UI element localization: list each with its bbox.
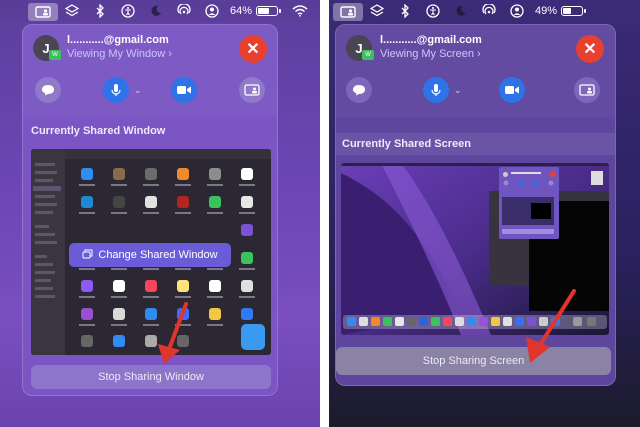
chevron-down-icon[interactable]: ⌄ [454,85,462,96]
chevron-down-icon[interactable]: ⌄ [134,85,142,96]
microphone-icon[interactable] [423,77,449,103]
battery-percent[interactable]: 49% [535,5,557,17]
popover-header: J W l...........@gmail.com Viewing My Sc… [336,25,615,117]
share-screen-icon[interactable] [574,77,600,103]
layers-icon[interactable] [58,0,86,22]
moon-icon[interactable] [142,0,170,22]
change-shared-window-label: Change Shared Window [98,249,218,261]
avatar-badge: W [49,50,61,60]
menu-bar: 64% [0,0,320,22]
battery-icon[interactable] [256,6,282,16]
bluetooth-icon[interactable] [86,0,114,22]
accessibility-icon[interactable] [114,0,142,22]
video-icon[interactable] [171,77,197,103]
accessibility-icon[interactable] [419,0,447,22]
section-title: Currently Shared Window [31,125,166,137]
stop-sharing-screen-label: Stop Sharing Screen [422,355,525,367]
layers-icon[interactable] [363,0,391,22]
viewing-link[interactable]: Viewing My Screen › [380,48,481,60]
close-icon[interactable]: ✕ [239,35,267,63]
microphone-icon[interactable] [103,77,129,103]
share-screen-icon[interactable] [239,77,265,103]
moon-icon[interactable] [447,0,475,22]
account-email: l...........@gmail.com [67,34,169,46]
close-icon[interactable]: ✕ [576,35,604,63]
screen-share-icon[interactable] [333,3,363,21]
avatar-badge: W [362,50,374,60]
account-email: l...........@gmail.com [380,34,482,46]
image-divider [320,0,329,427]
popover-header: J W l...........@gmail.com Viewing My Wi… [23,25,277,117]
chat-icon[interactable] [346,77,372,103]
wifi-icon[interactable] [286,0,314,22]
menu-bar: 49% [329,0,640,22]
red-arrow-annotation [526,289,576,363]
battery-percent[interactable]: 64% [230,5,252,17]
airplay-icon[interactable] [475,0,503,22]
section-title: Currently Shared Screen [336,133,615,155]
viewing-link[interactable]: Viewing My Window › [67,48,172,60]
change-shared-window-button[interactable]: Change Shared Window [69,243,231,267]
right-screenshot: 49% J W l...........@gmail.com Viewing M… [329,0,640,427]
change-window-icon [82,249,93,262]
battery-fill [563,8,572,14]
stop-sharing-window-label: Stop Sharing Window [98,371,204,383]
bluetooth-icon[interactable] [391,0,419,22]
battery-icon[interactable] [561,6,587,16]
airplay-icon[interactable] [170,0,198,22]
video-icon[interactable] [499,77,525,103]
red-arrow-annotation [158,302,188,364]
left-screenshot: 64% J W l...........@gmail.com Viewing M… [0,0,320,427]
battery-fill [258,8,270,14]
chat-icon[interactable] [35,77,61,103]
user-icon[interactable] [503,0,531,22]
user-icon[interactable] [198,0,226,22]
screen-share-icon[interactable] [28,3,58,21]
